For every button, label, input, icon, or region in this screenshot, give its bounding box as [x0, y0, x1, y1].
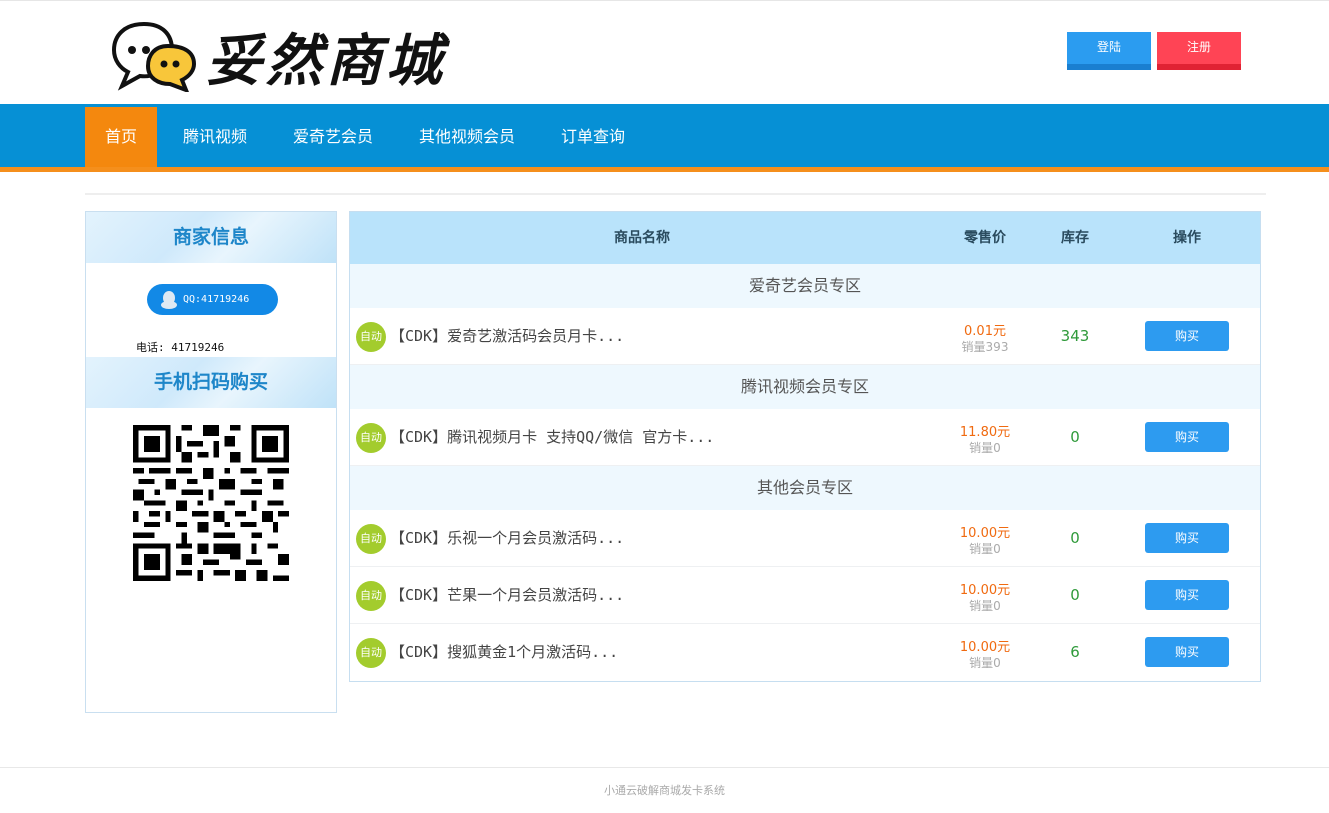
table-row: 自动 【CDK】芒果一个月会员激活码... 10.00元 销量0 0 购买 [350, 567, 1260, 624]
buy-button[interactable]: 购买 [1145, 580, 1229, 610]
nav-item-iqiyi[interactable]: 爱奇艺会员 [273, 107, 393, 167]
product-name-link[interactable]: 【CDK】搜狐黄金1个月激活码... [390, 624, 618, 681]
product-stock: 0 [1070, 428, 1080, 446]
footer-text: 小通云破解商城发卡系统 [604, 784, 725, 797]
auto-badge: 自动 [356, 638, 386, 668]
merchant-info-title: 商家信息 [86, 212, 336, 263]
section-other: 其他会员专区 [350, 466, 1260, 510]
header-price: 零售价 [964, 230, 1006, 246]
qr-code [133, 425, 289, 581]
divider [85, 193, 1266, 195]
header: 妥然商城 登陆 注册 [0, 4, 1329, 104]
logo[interactable]: 妥然商城 [110, 18, 470, 94]
phone-number: 电话: 41719246 [136, 341, 225, 354]
product-stock: 0 [1070, 529, 1080, 547]
register-button[interactable]: 注册 [1157, 32, 1241, 70]
qq-penguin-icon [159, 290, 179, 310]
product-price: 11.80元 [959, 425, 1011, 440]
buy-button[interactable]: 购买 [1145, 637, 1229, 667]
footer-divider [0, 767, 1329, 768]
product-sales: 销量0 [969, 441, 1001, 455]
nav-item-tencent-video[interactable]: 腾讯视频 [163, 107, 267, 167]
logo-text: 妥然商城 [206, 27, 446, 94]
product-name-link[interactable]: 【CDK】爱奇艺激活码会员月卡... [390, 308, 624, 365]
scan-to-buy-title: 手机扫码购买 [86, 357, 336, 408]
nav-item-home[interactable]: 首页 [85, 107, 158, 167]
header-action: 操作 [1173, 230, 1201, 246]
product-sales: 销量393 [961, 340, 1009, 354]
qq-number: QQ:41719246 [183, 294, 250, 305]
section-iqiyi: 爱奇艺会员专区 [350, 264, 1260, 308]
table-header: 商品名称 零售价 库存 操作 [350, 212, 1260, 264]
table-row: 自动 【CDK】腾讯视频月卡 支持QQ/微信 官方卡... 11.80元 销量0… [350, 409, 1260, 466]
login-button[interactable]: 登陆 [1067, 32, 1151, 70]
product-sales: 销量0 [969, 599, 1001, 613]
product-table: 商品名称 零售价 库存 操作 爱奇艺会员专区 自动 【CDK】爱奇艺激活码会员月… [349, 211, 1261, 682]
product-price: 10.00元 [959, 583, 1011, 598]
product-stock: 343 [1060, 327, 1090, 345]
table-row: 自动 【CDK】搜狐黄金1个月激活码... 10.00元 销量0 6 购买 [350, 624, 1260, 681]
product-price: 0.01元 [964, 324, 1006, 339]
product-stock: 0 [1070, 586, 1080, 604]
qq-contact-button[interactable]: QQ:41719246 [147, 284, 278, 315]
header-stock: 库存 [1061, 230, 1089, 246]
product-sales: 销量0 [969, 656, 1001, 670]
table-row: 自动 【CDK】乐视一个月会员激活码... 10.00元 销量0 0 购买 [350, 510, 1260, 567]
product-name-link[interactable]: 【CDK】腾讯视频月卡 支持QQ/微信 官方卡... [390, 409, 714, 466]
table-row: 自动 【CDK】爱奇艺激活码会员月卡... 0.01元 销量393 343 购买 [350, 308, 1260, 365]
product-name-link[interactable]: 【CDK】芒果一个月会员激活码... [390, 567, 624, 624]
buy-button[interactable]: 购买 [1145, 321, 1229, 351]
product-name-link[interactable]: 【CDK】乐视一个月会员激活码... [390, 510, 624, 567]
main-nav: 首页 腾讯视频 爱奇艺会员 其他视频会员 订单查询 [0, 104, 1329, 167]
chat-bubbles-logo-icon [110, 20, 197, 94]
sidebar: 商家信息 QQ:41719246 电话: 41719246 手机扫码购买 [85, 211, 337, 713]
buy-button[interactable]: 购买 [1145, 422, 1229, 452]
product-price: 10.00元 [959, 640, 1011, 655]
product-price: 10.00元 [959, 526, 1011, 541]
auto-badge: 自动 [356, 423, 386, 453]
header-product-name: 商品名称 [614, 230, 670, 246]
nav-accent-bar [0, 167, 1329, 172]
buy-button[interactable]: 购买 [1145, 523, 1229, 553]
auto-badge: 自动 [356, 322, 386, 352]
auto-badge: 自动 [356, 524, 386, 554]
nav-item-order-query[interactable]: 订单查询 [541, 107, 645, 167]
section-tencent: 腾讯视频会员专区 [350, 365, 1260, 409]
nav-item-other-video[interactable]: 其他视频会员 [399, 107, 535, 167]
auto-badge: 自动 [356, 581, 386, 611]
product-stock: 6 [1070, 643, 1080, 661]
product-sales: 销量0 [969, 542, 1001, 556]
